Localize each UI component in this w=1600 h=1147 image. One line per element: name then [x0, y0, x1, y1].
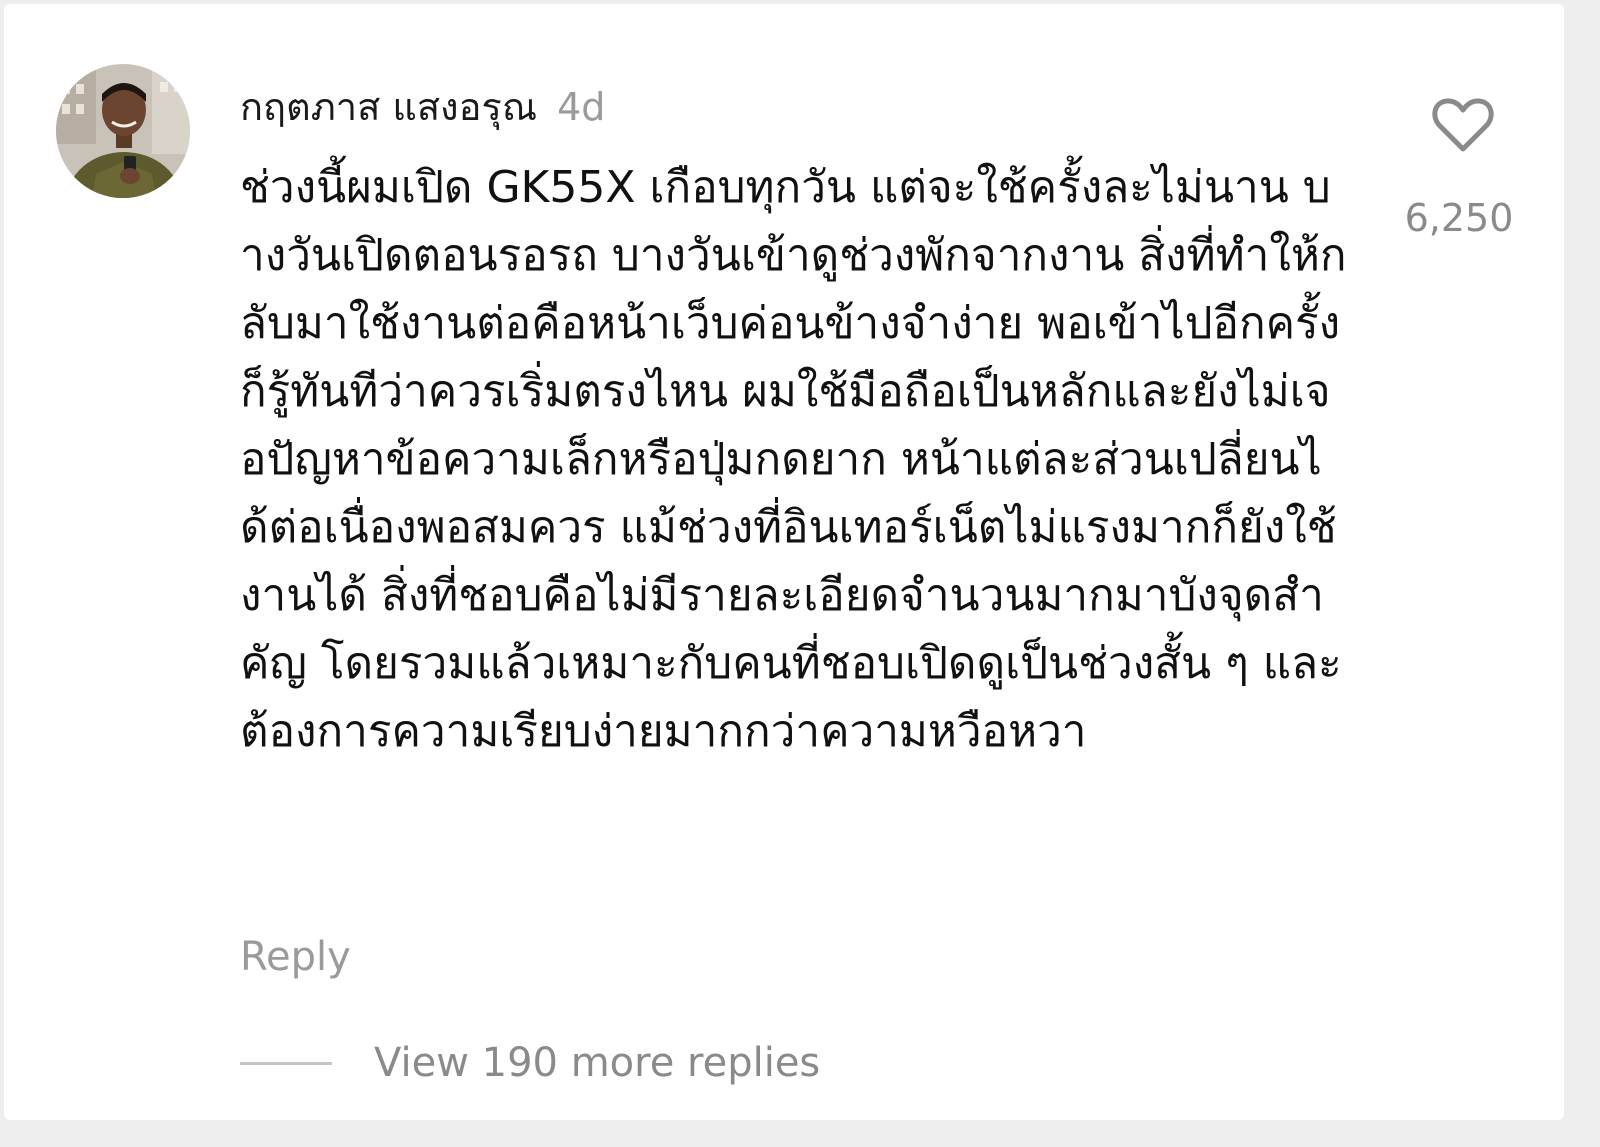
reply-button[interactable]: Reply [240, 934, 351, 980]
like-button[interactable] [1432, 96, 1494, 154]
replies-divider-line [240, 1061, 332, 1065]
comment-body: ช่วงนี้ผมเปิด GK55X เกือบทุกวัน แต่จะใช้… [240, 162, 1347, 757]
heart-outline-icon [1432, 98, 1494, 152]
avatar-image [56, 64, 190, 198]
view-more-replies-button[interactable]: View 190 more replies [240, 1040, 820, 1086]
timestamp: 4d [557, 85, 606, 129]
like-count: 6,250 [1404, 196, 1514, 240]
comment-meta: กฤตภาส แสงอรุณ 4d [240, 76, 605, 129]
avatar[interactable] [56, 64, 190, 198]
username[interactable]: กฤตภาส แสงอรุณ [240, 76, 537, 137]
view-more-replies-label: View 190 more replies [374, 1040, 821, 1086]
comment-card: กฤตภาส แสงอรุณ 4d ช่วงนี้ผมเปิด GK55X เก… [4, 4, 1564, 1120]
